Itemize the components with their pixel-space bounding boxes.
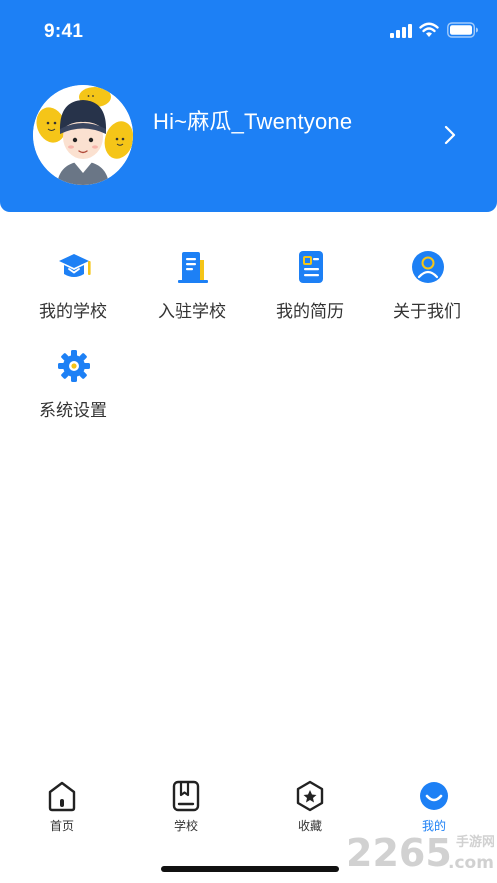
tab-label: 学校 — [173, 819, 198, 833]
cellular-signal-icon — [390, 24, 412, 38]
menu-item-system-settings[interactable]: 系统设置 — [18, 349, 128, 429]
menu-item-label: 系统设置 — [39, 401, 107, 420]
menu-item-label: 我的简历 — [276, 302, 344, 321]
status-bar: 9:41 — [0, 0, 497, 62]
tab-label: 收藏 — [297, 819, 322, 833]
watermark-logo: 2265 手游网 .com — [346, 831, 494, 874]
resume-icon — [299, 251, 323, 283]
gear-icon — [58, 350, 90, 382]
building-icon — [178, 252, 208, 283]
status-time: 9:41 — [44, 21, 84, 42]
menu-item-join-school[interactable]: 入驻学校 — [137, 250, 247, 330]
watermark-subtext: 手游网 — [456, 834, 494, 850]
home-indicator — [161, 866, 339, 872]
profile-row[interactable]: Hi~麻瓜_Twentyone — [0, 84, 497, 185]
tab-home[interactable]: 首页 — [22, 768, 102, 838]
chevron-right-icon[interactable] — [444, 125, 456, 145]
avatar[interactable] — [33, 85, 133, 185]
greeting-text: Hi~麻瓜_Twentyone — [153, 109, 353, 134]
menu-item-my-school[interactable]: 我的学校 — [18, 250, 128, 330]
battery-icon — [447, 22, 478, 38]
book-icon — [172, 780, 200, 812]
user-circle-icon — [412, 251, 444, 283]
menu-item-about-us[interactable]: 关于我们 — [372, 250, 482, 330]
menu-item-label: 关于我们 — [393, 302, 461, 321]
smile-icon — [420, 782, 448, 810]
wifi-icon — [419, 22, 439, 37]
graduation-cap-icon — [59, 254, 91, 277]
menu-item-label: 入驻学校 — [158, 302, 226, 321]
menu-item-label: 我的学校 — [39, 302, 107, 321]
profile-header: 9:41 Hi~麻瓜_Twentyone — [0, 0, 497, 212]
menu-item-my-resume[interactable]: 我的简历 — [255, 250, 365, 330]
star-hexagon-icon — [296, 780, 324, 812]
tab-favorites[interactable]: 收藏 — [270, 768, 350, 838]
home-icon — [48, 781, 76, 812]
watermark-domain: .com — [448, 853, 494, 873]
watermark-number: 2265 — [346, 831, 452, 874]
tab-label: 首页 — [49, 819, 74, 833]
tab-school[interactable]: 学校 — [146, 768, 226, 838]
